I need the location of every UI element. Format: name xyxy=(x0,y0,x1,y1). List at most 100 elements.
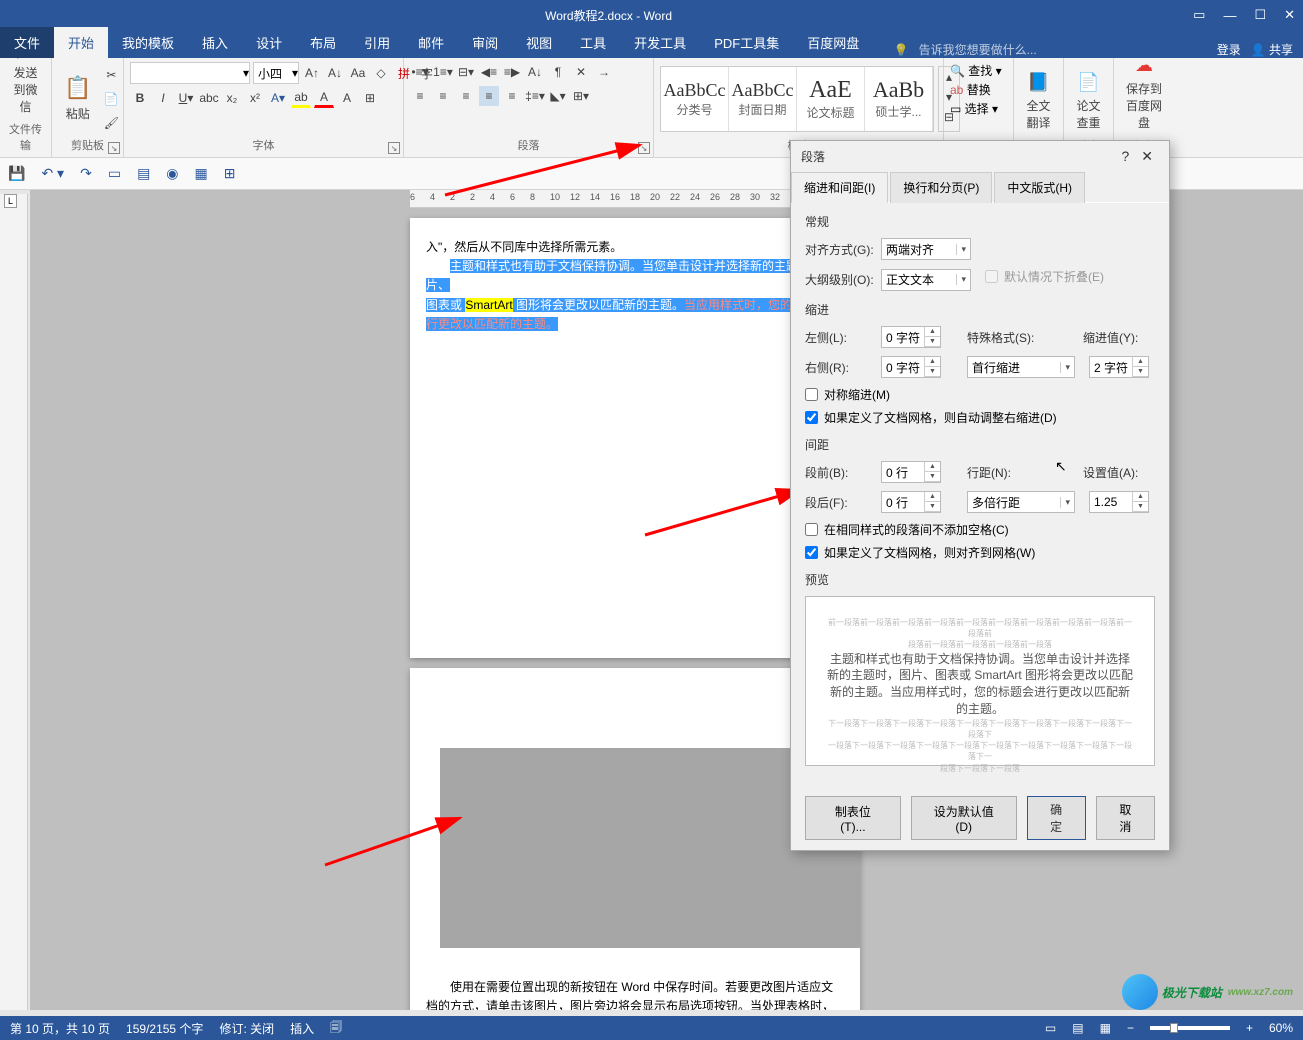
tab-review[interactable]: 审阅 xyxy=(458,27,512,58)
tell-me[interactable]: 告诉我您想要做什么... xyxy=(919,41,1037,58)
align-left-icon[interactable]: ≡ xyxy=(410,86,430,106)
dialog-help-icon[interactable]: ? xyxy=(1115,148,1135,164)
share-button[interactable]: 👤 共享 xyxy=(1251,41,1293,58)
underline-icon[interactable]: U▾ xyxy=(176,88,196,108)
login-button[interactable]: 登录 xyxy=(1217,41,1241,58)
replace-button[interactable]: ab 替换 xyxy=(950,81,991,98)
qat-icon-3[interactable]: ◉ xyxy=(166,165,178,182)
italic-icon[interactable]: I xyxy=(153,88,173,108)
tab-mailings[interactable]: 邮件 xyxy=(404,27,458,58)
view-web-icon[interactable]: ▦ xyxy=(1100,1021,1111,1035)
dialog-title-bar[interactable]: 段落 ? ✕ xyxy=(791,141,1169,171)
dialog-tab-linebreak[interactable]: 换行和分页(P) xyxy=(890,172,992,203)
special-format-select[interactable]: 首行缩进▾ xyxy=(967,356,1075,378)
cut-icon[interactable]: ✂ xyxy=(101,65,121,85)
tab-mytemplate[interactable]: 我的模板 xyxy=(108,27,188,58)
status-words[interactable]: 159/2155 个字 xyxy=(126,1020,203,1037)
tell-me-icon[interactable]: 💡 xyxy=(894,43,909,57)
indent-left-spinner[interactable]: ▲▼ xyxy=(881,326,941,348)
style-gallery[interactable]: AaBbCc分类号 AaBbCc封面日期 AaE论文标题 AaBb硕士学... xyxy=(660,66,934,132)
tab-design[interactable]: 设计 xyxy=(242,27,296,58)
view-print-icon[interactable]: ▤ xyxy=(1072,1021,1083,1035)
tab-pdftools[interactable]: PDF工具集 xyxy=(700,27,793,58)
sort-icon[interactable]: A↓ xyxy=(525,62,545,82)
select-button[interactable]: ▭ 选择 ▾ xyxy=(950,100,998,117)
highlight-icon[interactable]: ab xyxy=(291,88,311,108)
strike-icon[interactable]: abc xyxy=(199,88,219,108)
font-color-icon[interactable]: A xyxy=(314,88,334,108)
font-name-select[interactable]: ▾ xyxy=(130,62,250,84)
set-default-button[interactable]: 设为默认值(D) xyxy=(911,796,1017,840)
tab-insert[interactable]: 插入 xyxy=(188,27,242,58)
zoom-slider[interactable] xyxy=(1150,1026,1230,1030)
space-before-spinner[interactable]: ▲▼ xyxy=(881,461,941,483)
style-item-3[interactable]: AaE论文标题 xyxy=(797,67,865,131)
font-size-select[interactable]: 小四▾ xyxy=(253,62,299,84)
style-item-1[interactable]: AaBbCc分类号 xyxy=(661,67,729,131)
send-to-wechat-button[interactable]: 💬 发送 到微信 xyxy=(6,58,45,119)
clear-format-icon[interactable]: ◇ xyxy=(371,63,391,83)
mirror-indent-checkbox[interactable]: 对称缩进(M) xyxy=(805,386,1155,403)
numbering-icon[interactable]: 1≡▾ xyxy=(433,62,453,82)
paragraph-launcher[interactable]: ↘ xyxy=(638,142,650,154)
char-shading-icon[interactable]: ⊞ xyxy=(360,88,380,108)
align-center-icon[interactable]: ≡ xyxy=(433,86,453,106)
copy-icon[interactable]: 📄 xyxy=(101,89,121,109)
subscript-icon[interactable]: x₂ xyxy=(222,88,242,108)
undo-icon[interactable]: ↶ ▾ xyxy=(41,165,64,182)
find-button[interactable]: 🔍 查找 ▾ xyxy=(950,62,1002,79)
align-right-icon[interactable]: ≡ xyxy=(456,86,476,106)
space-after-spinner[interactable]: ▲▼ xyxy=(881,491,941,513)
close-icon[interactable]: ✕ xyxy=(1284,7,1295,23)
format-painter-icon[interactable]: 🖌 xyxy=(101,113,121,133)
clipboard-launcher[interactable]: ↘ xyxy=(108,142,120,154)
tab-baidu[interactable]: 百度网盘 xyxy=(793,27,873,58)
qat-icon-1[interactable]: ▭ xyxy=(108,165,121,182)
minimize-icon[interactable]: — xyxy=(1223,8,1236,23)
save-baidu-button[interactable]: ☁ 保存到 百度网盘 xyxy=(1120,58,1168,135)
indent-right-spinner[interactable]: ▲▼ xyxy=(881,356,941,378)
zoom-in-icon[interactable]: + xyxy=(1246,1021,1253,1035)
zoom-out-icon[interactable]: − xyxy=(1127,1021,1134,1035)
save-icon[interactable]: 💾 xyxy=(8,165,25,182)
rtl-icon[interactable]: → xyxy=(594,62,614,82)
increase-font-icon[interactable]: A↑ xyxy=(302,63,322,83)
tab-tools[interactable]: 工具 xyxy=(566,27,620,58)
tab-view[interactable]: 视图 xyxy=(512,27,566,58)
paste-button[interactable]: 📋 粘贴 xyxy=(58,71,97,126)
full-translate-button[interactable]: 📘 全文 翻译 xyxy=(1020,68,1057,135)
view-read-icon[interactable]: ▭ xyxy=(1045,1021,1056,1035)
cancel-button[interactable]: 取消 xyxy=(1096,796,1155,840)
distribute-icon[interactable]: ≡ xyxy=(502,86,522,106)
status-revision[interactable]: 修订: 关闭 xyxy=(219,1020,274,1037)
char-border-icon[interactable]: A xyxy=(337,88,357,108)
indent-value-spinner[interactable]: ▲▼ xyxy=(1089,356,1149,378)
status-page[interactable]: 第 10 页，共 10 页 xyxy=(10,1020,110,1037)
superscript-icon[interactable]: x² xyxy=(245,88,265,108)
ruler-tab-button[interactable]: L xyxy=(4,194,17,208)
set-at-spinner[interactable]: ▲▼ xyxy=(1089,491,1149,513)
show-marks-icon[interactable]: ¶ xyxy=(548,62,568,82)
qat-icon-5[interactable]: ⊞ xyxy=(224,165,236,182)
line-spacing-icon[interactable]: ‡≡▾ xyxy=(525,86,545,106)
ok-button[interactable]: 确定 xyxy=(1027,796,1086,840)
redo-icon[interactable]: ↷ xyxy=(80,165,92,182)
paper-check-button[interactable]: 📄 论文 查重 xyxy=(1070,68,1107,135)
text-effects-icon[interactable]: A▾ xyxy=(268,88,288,108)
outline-level-select[interactable]: 正文文本▾ xyxy=(881,269,971,291)
tab-file[interactable]: 文件 xyxy=(0,27,54,58)
tab-references[interactable]: 引用 xyxy=(350,27,404,58)
decrease-indent-icon[interactable]: ◀≡ xyxy=(479,62,499,82)
zoom-percent[interactable]: 60% xyxy=(1269,1021,1293,1035)
ribbon-options-icon[interactable]: ▭ xyxy=(1193,7,1205,23)
font-launcher[interactable]: ↘ xyxy=(388,142,400,154)
dialog-close-icon[interactable]: ✕ xyxy=(1135,148,1159,165)
dialog-tab-indent[interactable]: 缩进和间距(I) xyxy=(791,172,888,203)
decrease-font-icon[interactable]: A↓ xyxy=(325,63,345,83)
collapse-checkbox[interactable]: 默认情况下折叠(E) xyxy=(985,268,1104,285)
bullets-icon[interactable]: •≡▾ xyxy=(410,62,430,82)
no-space-same-style-checkbox[interactable]: 在相同样式的段落间不添加空格(C) xyxy=(805,521,1155,538)
qat-icon-2[interactable]: ▤ xyxy=(137,165,150,182)
line-spacing-select[interactable]: 多倍行距▾ xyxy=(967,491,1075,513)
dialog-tab-chinese[interactable]: 中文版式(H) xyxy=(994,172,1085,203)
